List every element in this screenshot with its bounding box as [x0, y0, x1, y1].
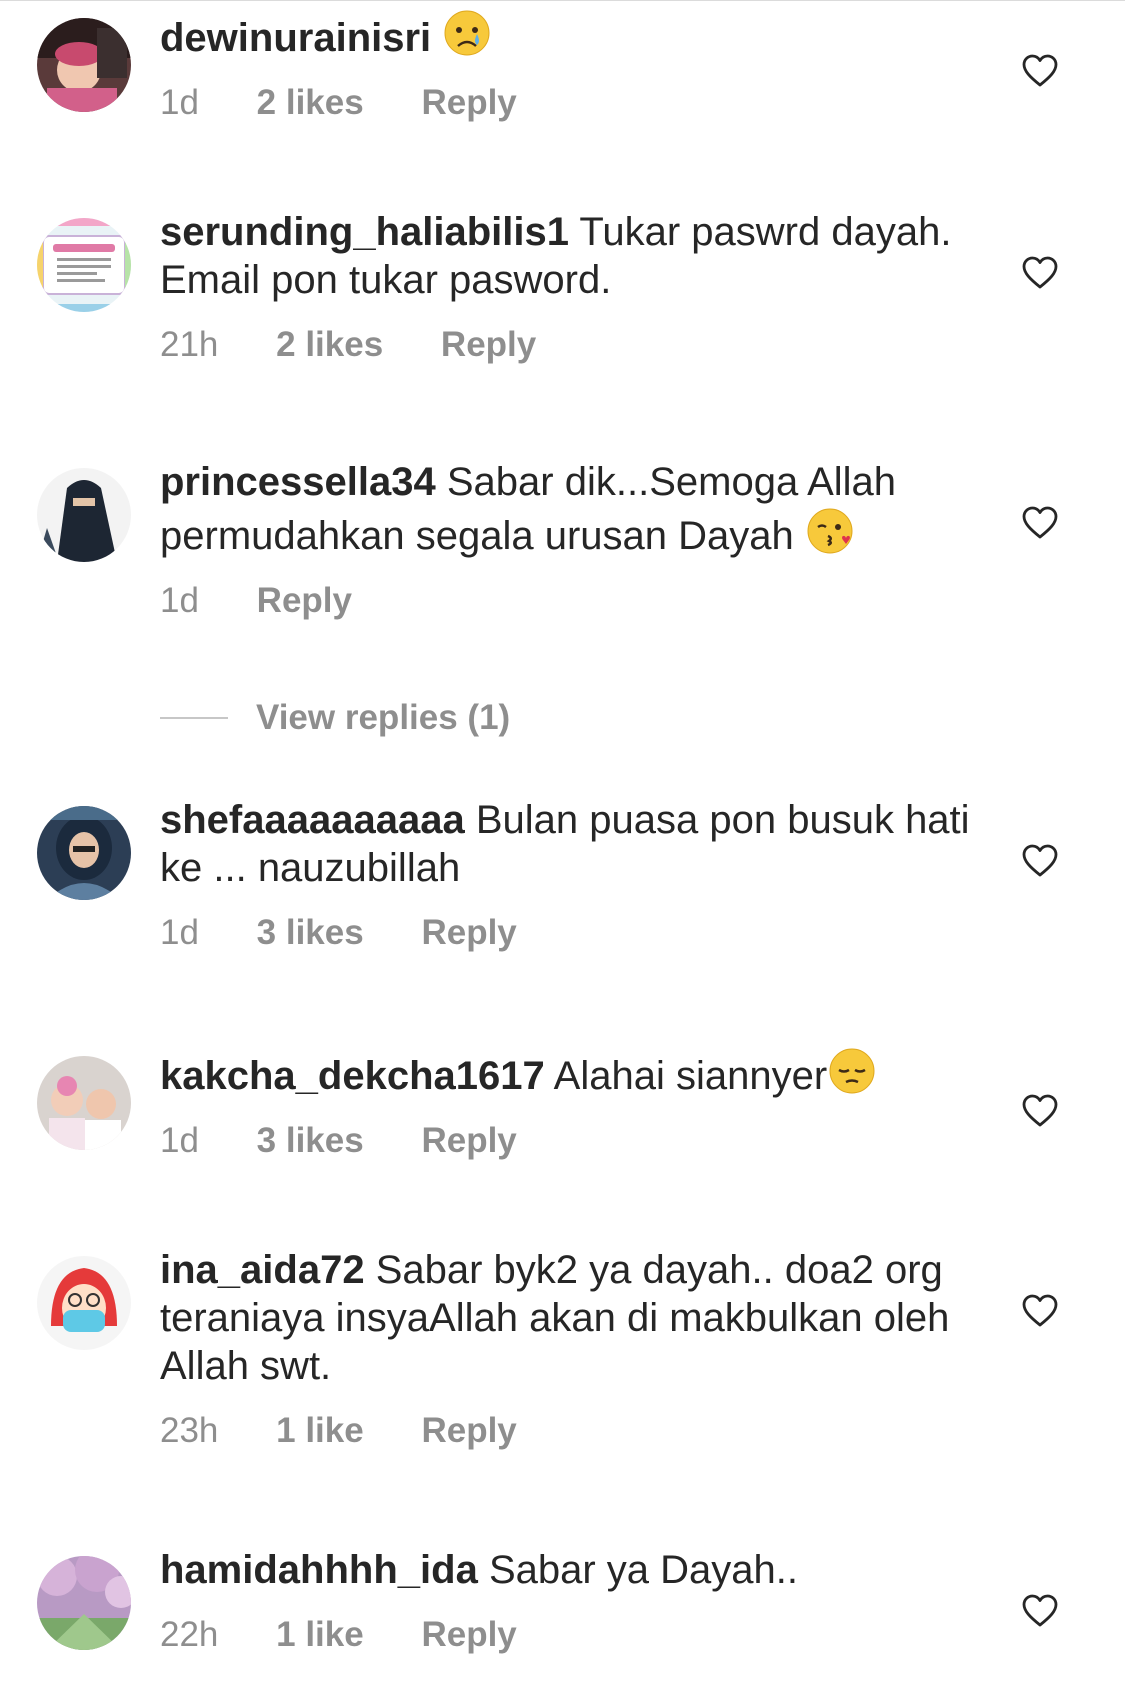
- avatar[interactable]: [37, 18, 131, 112]
- comment-time: 1d: [160, 581, 199, 620]
- comment-time: 1d: [160, 913, 199, 952]
- heart-outline-icon[interactable]: [1022, 1294, 1058, 1328]
- avatar[interactable]: [37, 218, 131, 312]
- avatar[interactable]: [37, 1556, 131, 1650]
- comment-username[interactable]: princessella34: [160, 460, 436, 504]
- reply-button[interactable]: Reply: [421, 82, 516, 124]
- avatar[interactable]: [37, 1056, 131, 1150]
- comment-meta: 21h 2 likes Reply: [160, 324, 980, 366]
- comment-likes[interactable]: 1 like: [276, 1410, 364, 1452]
- view-replies-button[interactable]: View replies (1): [160, 697, 510, 739]
- comment-likes[interactable]: 2 likes: [276, 324, 383, 366]
- view-replies-label[interactable]: View replies (1): [256, 698, 510, 738]
- comment-username[interactable]: ina_aida72: [160, 1248, 365, 1292]
- comment-text: Sabar ya Dayah..: [488, 1548, 798, 1592]
- comment-meta: 1d 3 likes Reply: [160, 912, 980, 954]
- reply-button[interactable]: Reply: [257, 580, 352, 622]
- top-divider: [0, 0, 1125, 1]
- reply-button[interactable]: Reply: [421, 1120, 516, 1162]
- comment-meta: 23h 1 like Reply: [160, 1410, 980, 1452]
- face-blowing-kiss-emoji: [805, 506, 855, 556]
- avatar[interactable]: [37, 468, 131, 562]
- reply-button[interactable]: Reply: [421, 1410, 516, 1452]
- comment-meta: 1d 2 likes Reply: [160, 82, 980, 124]
- comment-time: 22h: [160, 1615, 219, 1654]
- comment-likes[interactable]: 3 likes: [257, 912, 364, 954]
- pensive-face-emoji: [827, 1046, 877, 1096]
- heart-outline-icon[interactable]: [1022, 844, 1058, 878]
- comment-likes[interactable]: 3 likes: [257, 1120, 364, 1162]
- comment-username[interactable]: hamidahhhh_ida: [160, 1548, 478, 1592]
- comment-text: Alahai siannyer: [553, 1054, 828, 1098]
- comment-likes[interactable]: 1 like: [276, 1614, 364, 1656]
- avatar[interactable]: [37, 806, 131, 900]
- comment-time: 23h: [160, 1411, 219, 1450]
- crying-face-emoji: [442, 8, 492, 58]
- reply-button[interactable]: Reply: [421, 1614, 516, 1656]
- reply-button[interactable]: Reply: [441, 324, 536, 366]
- comment-username[interactable]: kakcha_dekcha1617: [160, 1054, 545, 1098]
- comment-time: 1d: [160, 83, 199, 122]
- comment-username[interactable]: serunding_haliabilis1: [160, 210, 569, 254]
- heart-outline-icon[interactable]: [1022, 256, 1058, 290]
- comment-time: 21h: [160, 325, 219, 364]
- view-replies-line: [160, 717, 228, 719]
- heart-outline-icon[interactable]: [1022, 1594, 1058, 1628]
- comment-likes[interactable]: 2 likes: [257, 82, 364, 124]
- heart-outline-icon[interactable]: [1022, 506, 1058, 540]
- comment-username[interactable]: shefaaaaaaaaaa: [160, 798, 465, 842]
- comment-meta: 1d 3 likes Reply: [160, 1120, 980, 1162]
- comment-username[interactable]: dewinurainisri: [160, 16, 431, 60]
- heart-outline-icon[interactable]: [1022, 1094, 1058, 1128]
- comment-meta: 22h 1 like Reply: [160, 1614, 980, 1656]
- comment-time: 1d: [160, 1121, 199, 1160]
- reply-button[interactable]: Reply: [421, 912, 516, 954]
- heart-outline-icon[interactable]: [1022, 54, 1058, 88]
- avatar[interactable]: [37, 1256, 131, 1350]
- comment-meta: 1d Reply: [160, 580, 980, 622]
